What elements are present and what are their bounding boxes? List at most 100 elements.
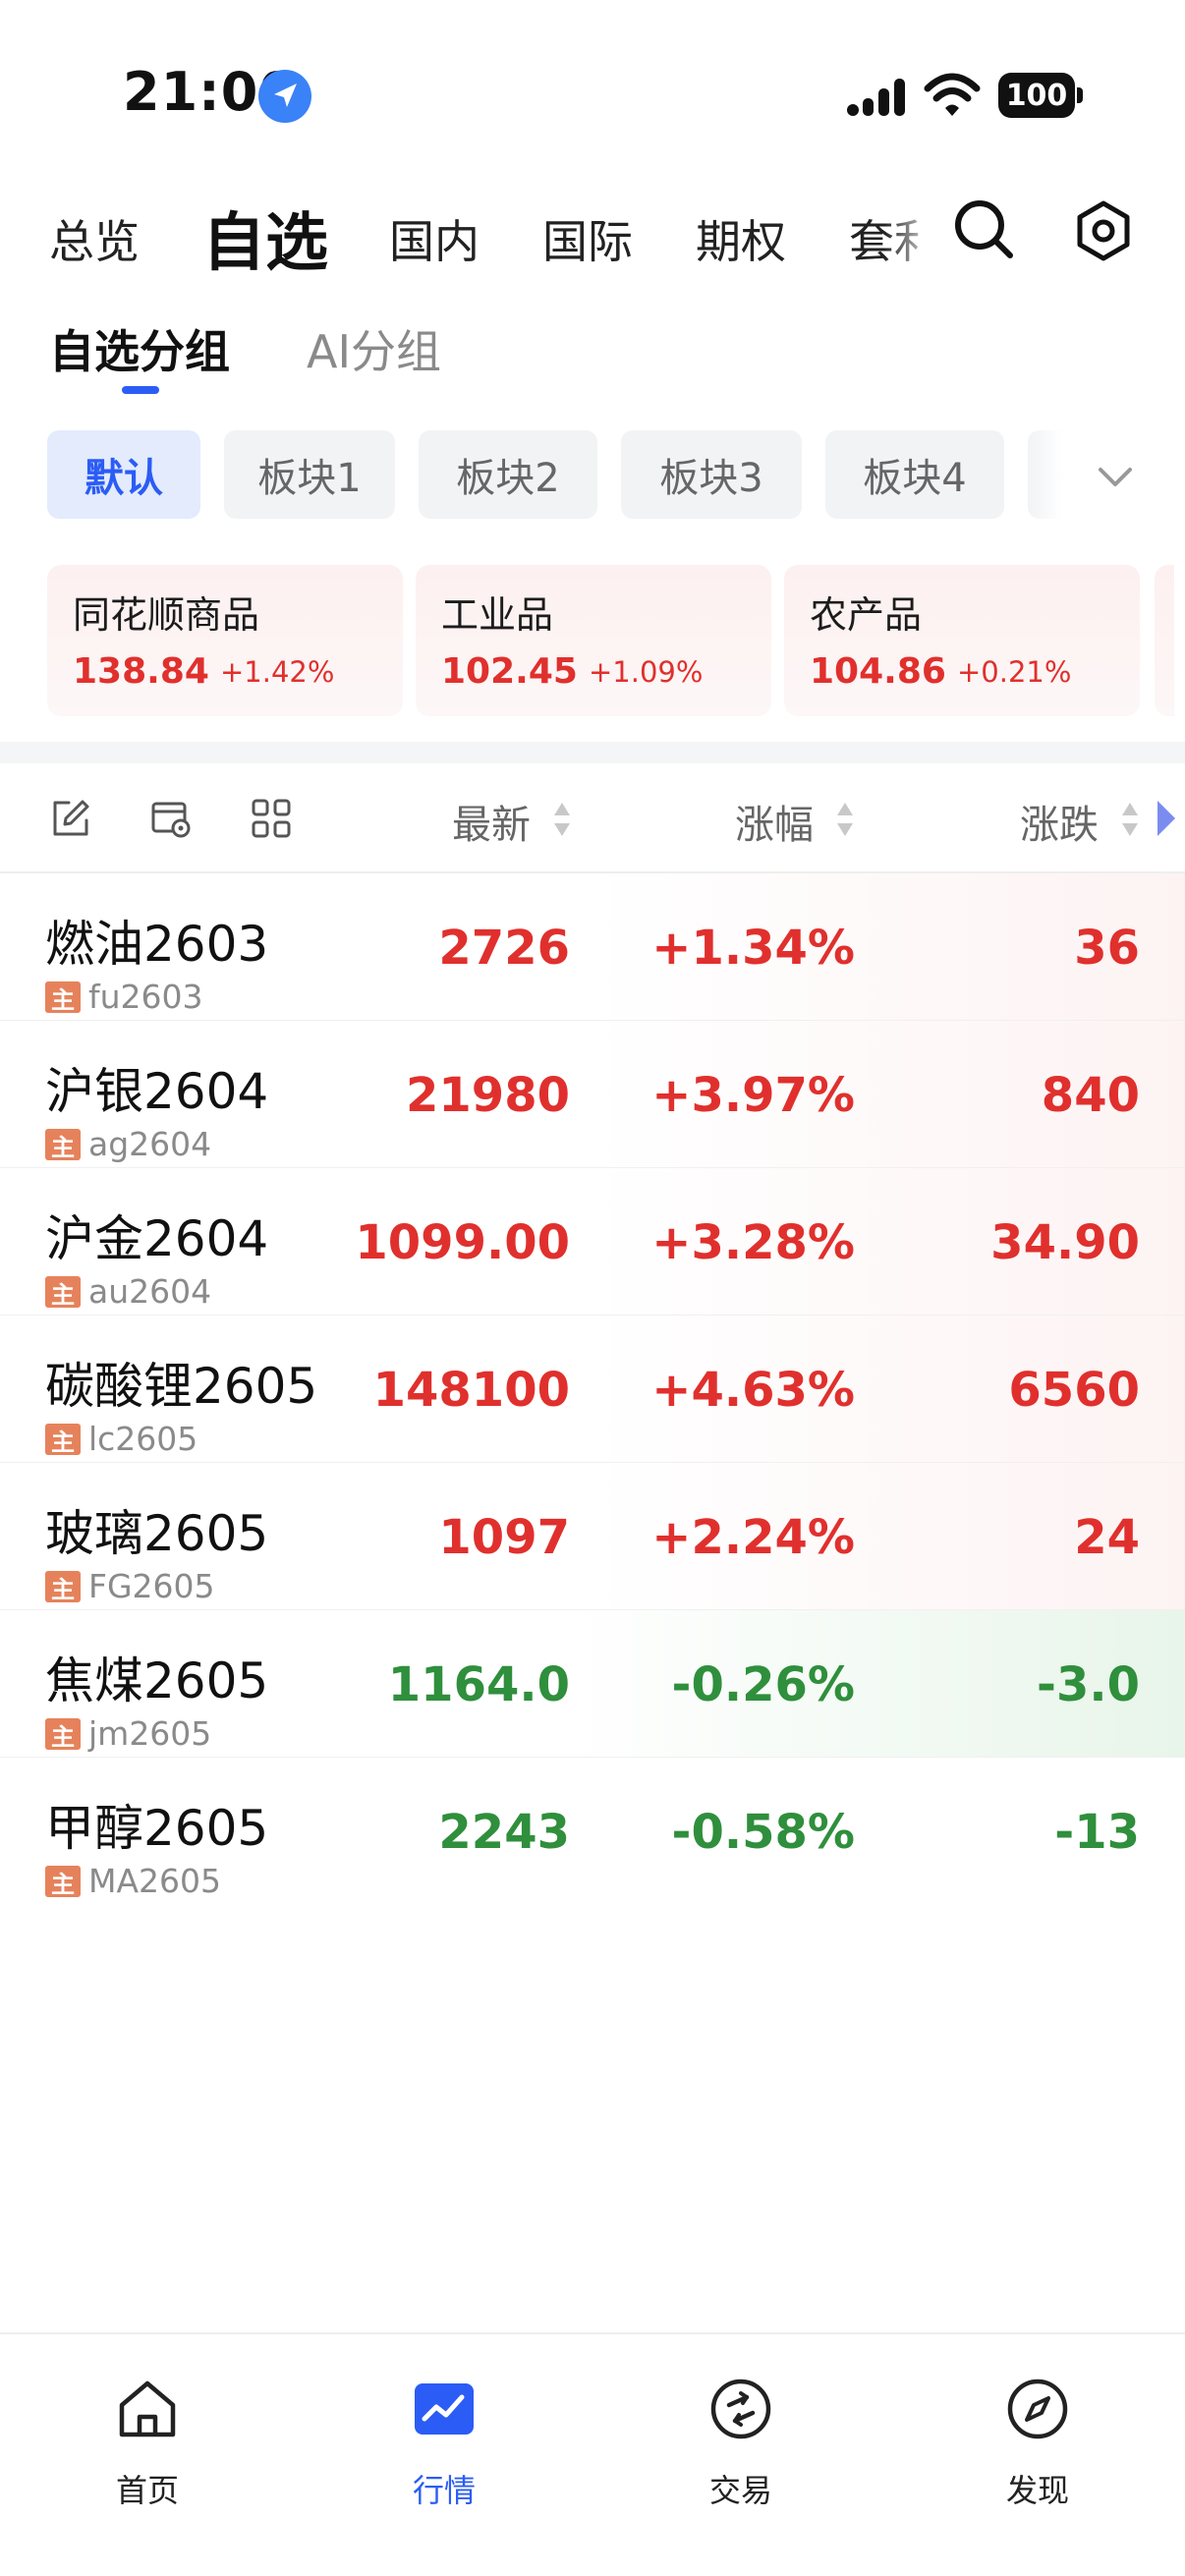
contract-name: 焦煤2605	[45, 1652, 269, 1709]
battery-level: 100	[998, 73, 1075, 118]
bottom-navigation: 首页 行情 交易 发现	[0, 2332, 1185, 2576]
change-percent: +1.34%	[651, 921, 855, 976]
contract-code: jm2605	[88, 1714, 212, 1753]
nav-discover[interactable]: 发现	[939, 2356, 1136, 2552]
latest-price: 1097	[438, 1510, 570, 1565]
column-header-latest[interactable]: 最新	[452, 793, 531, 850]
group-chip-3[interactable]: 板块3	[621, 430, 802, 519]
index-card[interactable]: 同花顺商品 138.84 +1.42%	[47, 565, 403, 716]
change-percent: -0.26%	[671, 1657, 855, 1712]
subtab-ai-groups[interactable]: AI分组	[307, 316, 441, 381]
sort-icon[interactable]	[835, 801, 855, 838]
table-row[interactable]: 沪银2604 主 ag2604 21980 +3.97% 840	[0, 1021, 1185, 1168]
trade-icon	[710, 2379, 771, 2439]
tab-overview[interactable]: 总览	[49, 206, 140, 271]
contract-name: 甲醇2605	[45, 1800, 269, 1857]
latest-price: 1164.0	[387, 1657, 570, 1712]
market-chart-icon	[415, 2383, 474, 2435]
wifi-icon	[924, 73, 981, 116]
contract-name: 沪银2604	[45, 1063, 269, 1120]
change-percent: +3.97%	[651, 1068, 855, 1123]
main-contract-badge: 主	[45, 981, 81, 1014]
table-row[interactable]: 沪金2604 主 au2604 1099.00 +3.28% 34.90	[0, 1168, 1185, 1316]
contract-code: MA2605	[88, 1862, 222, 1900]
main-contract-badge: 主	[45, 1866, 81, 1898]
table-row[interactable]: 玻璃2605 主 FG2605 1097 +2.24% 24	[0, 1463, 1185, 1610]
change-value: 840	[1041, 1068, 1140, 1123]
latest-price: 148100	[372, 1363, 570, 1418]
group-chip-2[interactable]: 板块2	[419, 430, 597, 519]
change-value: 24	[1074, 1510, 1140, 1565]
change-value: 6560	[1008, 1363, 1140, 1418]
latest-price: 1099.00	[355, 1215, 570, 1270]
index-card-overflow[interactable]	[1155, 565, 1174, 716]
index-name: 农产品	[810, 593, 923, 637]
tab-watchlist[interactable]: 自选	[202, 193, 328, 283]
contract-name: 玻璃2605	[45, 1505, 269, 1562]
grid-view-icon[interactable]	[250, 797, 293, 840]
home-icon	[119, 2380, 176, 2437]
alert-settings-icon[interactable]	[149, 797, 193, 840]
tab-domestic[interactable]: 国内	[389, 206, 480, 271]
sort-icon[interactable]	[1120, 801, 1140, 838]
edit-icon[interactable]	[49, 797, 92, 840]
main-contract-badge: 主	[45, 1718, 81, 1751]
status-bar: 21:00 100	[0, 0, 1185, 177]
main-contract-badge: 主	[45, 1129, 81, 1161]
signal-icon	[847, 79, 905, 116]
change-value: 34.90	[990, 1215, 1140, 1270]
index-change: +1.42%	[220, 655, 335, 689]
settings-icon[interactable]	[1071, 198, 1136, 263]
search-icon[interactable]	[951, 196, 1016, 261]
nav-market[interactable]: 行情	[346, 2356, 542, 2552]
index-card[interactable]: 农产品 104.86 +0.21%	[784, 565, 1140, 716]
contract-code: FG2605	[88, 1567, 215, 1605]
index-price: 104.86	[810, 651, 946, 692]
subtab-indicator	[122, 386, 159, 394]
group-chip-1[interactable]: 板块1	[224, 430, 395, 519]
change-value: -13	[1054, 1805, 1140, 1860]
nav-discover-label: 发现	[1005, 2472, 1069, 2509]
column-header-pct[interactable]: 涨幅	[735, 793, 814, 850]
nav-trade[interactable]: 交易	[643, 2356, 839, 2552]
nav-trade-label: 交易	[708, 2472, 772, 2509]
main-contract-badge: 主	[45, 1571, 81, 1603]
subtab-watchlist-groups[interactable]: 自选分组	[49, 316, 230, 381]
contract-code: lc2605	[88, 1420, 198, 1458]
main-contract-badge: 主	[45, 1276, 81, 1309]
scroll-columns-right-icon[interactable]	[1156, 799, 1177, 838]
nav-home[interactable]: 首页	[49, 2356, 246, 2552]
contract-name: 燃油2603	[45, 916, 269, 973]
latest-price: 21980	[406, 1068, 570, 1123]
index-price: 138.84	[73, 651, 209, 692]
latest-price: 2726	[438, 921, 570, 976]
change-percent: +3.28%	[651, 1215, 855, 1270]
main-contract-badge: 主	[45, 1424, 81, 1456]
table-row[interactable]: 焦煤2605 主 jm2605 1164.0 -0.26% -3.0	[0, 1610, 1185, 1758]
chevron-down-icon[interactable]	[1091, 452, 1140, 501]
table-row[interactable]: 燃油2603 主 fu2603 2726 +1.34% 36	[0, 873, 1185, 1021]
tab-international[interactable]: 国际	[542, 206, 633, 271]
group-chip-overflow	[1028, 430, 1063, 519]
contract-code: fu2603	[88, 978, 203, 1016]
index-price: 102.45	[441, 651, 578, 692]
change-value: 36	[1074, 921, 1140, 976]
table-row[interactable]: 甲醇2605 主 MA2605 2243 -0.58% -13	[0, 1758, 1185, 1905]
tab-options[interactable]: 期权	[696, 206, 786, 271]
compass-icon	[1007, 2379, 1068, 2439]
index-card[interactable]: 工业品 102.45 +1.09%	[416, 565, 771, 716]
index-change: +0.21%	[957, 655, 1072, 689]
change-value: -3.0	[1037, 1657, 1140, 1712]
column-header-diff[interactable]: 涨跌	[1020, 793, 1099, 850]
contract-code: ag2604	[88, 1125, 212, 1163]
group-chip-4[interactable]: 板块4	[825, 430, 1004, 519]
index-change: +1.09%	[589, 655, 704, 689]
table-row[interactable]: 碳酸锂2605 主 lc2605 148100 +4.63% 6560	[0, 1316, 1185, 1463]
contract-code: au2604	[88, 1272, 212, 1311]
contract-name: 沪金2604	[45, 1210, 269, 1267]
group-chip-default[interactable]: 默认	[47, 430, 200, 519]
sort-icon[interactable]	[552, 801, 572, 838]
index-name: 同花顺商品	[73, 593, 260, 637]
battery-indicator: 100	[998, 73, 1083, 118]
latest-price: 2243	[438, 1805, 570, 1860]
